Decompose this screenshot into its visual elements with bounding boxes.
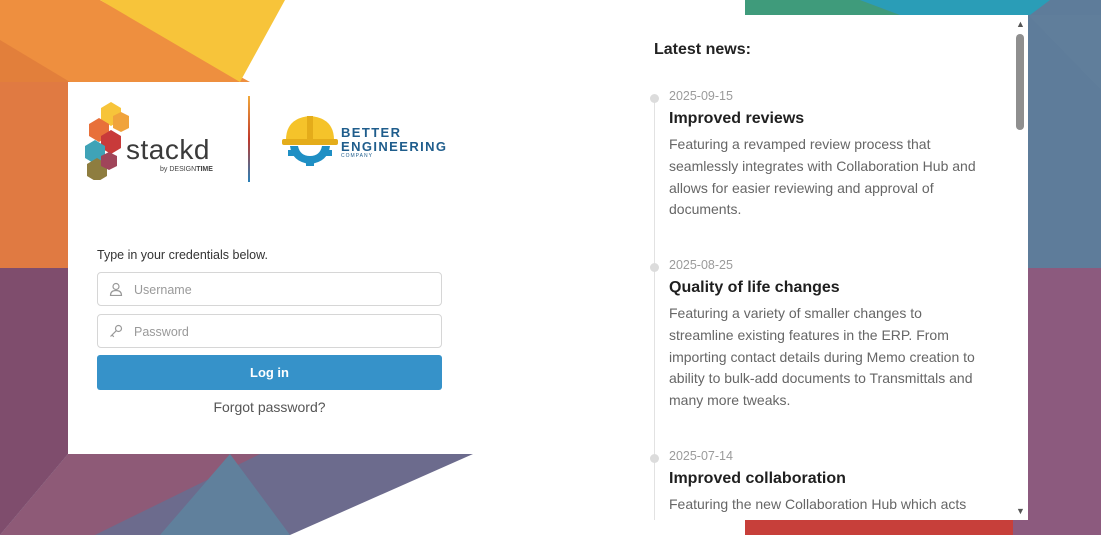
login-button[interactable]: Log in: [97, 355, 442, 390]
arrow-down-icon[interactable]: ▼: [1013, 504, 1028, 518]
user-icon: [109, 282, 123, 296]
password-field-container: [97, 314, 442, 349]
arrow-up-icon[interactable]: ▲: [1013, 17, 1028, 31]
news-date: 2025-08-25: [669, 258, 733, 272]
better-engineering-wordmark: BETTER ENGINEERING: [341, 125, 448, 154]
stackd-wordmark: stackd: [126, 134, 210, 165]
news-headline: Improved collaboration: [669, 470, 846, 487]
news-headline: Quality of life changes: [669, 279, 840, 296]
news-headline: Improved reviews: [669, 110, 805, 127]
logo-divider: [248, 96, 250, 182]
better-engineering-logo-icon: [282, 116, 338, 166]
news-title: Latest news:: [654, 41, 751, 58]
timeline-dot: [650, 263, 659, 272]
username-field-container: [97, 272, 442, 307]
credentials-instructions: Type in your credentials below.: [97, 248, 268, 262]
news-description: Featuring a revamped review process that…: [669, 136, 976, 218]
better-engineering-company: COMPANY: [341, 153, 373, 159]
scrollbar-thumb[interactable]: [1016, 34, 1024, 130]
news-description: Featuring the new Collaboration Hub whic…: [669, 496, 967, 520]
key-icon: [110, 324, 123, 338]
news-date: 2025-07-14: [669, 449, 733, 463]
timeline-dot: [650, 454, 659, 463]
news-date: 2025-09-15: [669, 89, 733, 103]
stackd-byline: by DESIGNTIME: [160, 166, 213, 173]
password-input[interactable]: [132, 315, 436, 349]
timeline-dot: [650, 94, 659, 103]
news-panel[interactable]: Latest news: 2025-09-15 Improved reviews…: [642, 15, 1013, 520]
username-input[interactable]: [132, 273, 436, 307]
forgot-password-link[interactable]: Forgot password?: [97, 399, 442, 415]
news-description: Featuring a variety of smaller changes t…: [669, 305, 975, 409]
